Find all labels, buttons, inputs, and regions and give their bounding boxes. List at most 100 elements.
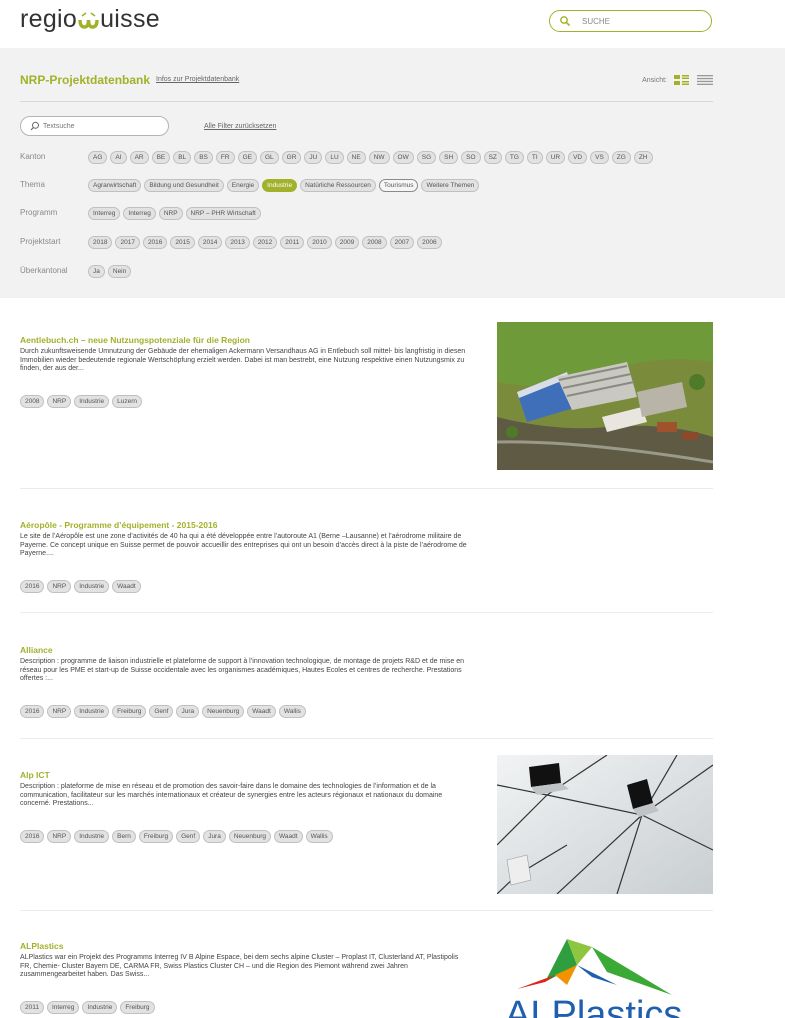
filter-chip[interactable]: Agrarwirtschaft — [88, 179, 142, 192]
filter-chip[interactable]: AG — [88, 151, 108, 164]
filter-chip[interactable]: GR — [281, 151, 302, 164]
project-tag[interactable]: Waadt — [274, 830, 303, 843]
filter-chip[interactable]: 2015 — [170, 236, 195, 249]
filter-chip[interactable]: NE — [346, 151, 366, 164]
project-tag[interactable]: Industrie — [74, 830, 110, 843]
project-tag[interactable]: Wallis — [305, 830, 333, 843]
filter-chip[interactable]: TG — [504, 151, 524, 164]
list-view-icon[interactable] — [697, 75, 713, 85]
filter-chip[interactable]: BE — [151, 151, 171, 164]
project-tag[interactable]: NRP — [47, 580, 72, 593]
filter-chip[interactable]: SO — [461, 151, 481, 164]
filter-chip[interactable]: Nein — [107, 265, 132, 278]
project-tag[interactable]: Industrie — [74, 705, 110, 718]
filter-chip[interactable]: Ja — [88, 265, 105, 278]
project-tag[interactable]: Genf — [149, 705, 174, 718]
filter-chip[interactable]: 2006 — [417, 236, 442, 249]
site-logo[interactable]: regio uisse — [20, 5, 160, 34]
project-tag[interactable]: Industrie — [82, 1001, 118, 1014]
filter-chip[interactable]: AI — [110, 151, 127, 164]
project-title[interactable]: Aentlebuch.ch – neue Nutzungspotenziale … — [20, 335, 250, 345]
filter-chip[interactable]: Bildung und Gesundheit — [144, 179, 224, 192]
filter-chip[interactable]: 2007 — [389, 236, 415, 249]
filter-chip[interactable]: 2013 — [225, 236, 250, 249]
project-title[interactable]: Alliance — [20, 645, 53, 655]
filter-chip[interactable]: 2016 — [142, 236, 168, 249]
site-search-input[interactable] — [582, 14, 702, 28]
grid-view-icon[interactable] — [674, 75, 689, 85]
project-tag[interactable]: NRP — [47, 705, 72, 718]
project-tag[interactable]: Neuenburg — [202, 705, 245, 718]
filter-chip[interactable]: SH — [439, 151, 459, 164]
filter-chip[interactable]: SG — [416, 151, 437, 164]
project-title[interactable]: ALPlastics — [20, 941, 63, 951]
project-tag[interactable]: Genf — [176, 830, 201, 843]
info-link[interactable]: Infos zur Projektdatenbank — [156, 76, 239, 83]
filter-chip[interactable]: Industrie — [262, 179, 298, 192]
filter-chip[interactable]: SZ — [483, 151, 502, 164]
filter-chip[interactable]: GE — [237, 151, 257, 164]
project-image-network[interactable] — [497, 755, 713, 894]
filter-chip[interactable]: VD — [568, 151, 588, 164]
project-tag[interactable]: 2008 — [20, 395, 45, 408]
project-tag[interactable]: Waadt — [247, 705, 276, 718]
project-tag[interactable]: Freiburg — [138, 830, 174, 843]
search-icon[interactable] — [559, 15, 571, 27]
filter-chip[interactable]: 2017 — [115, 236, 140, 249]
project-title[interactable]: Alp ICT — [20, 770, 50, 780]
text-search-input[interactable] — [43, 120, 158, 133]
filter-chip[interactable]: ZH — [633, 151, 653, 164]
project-tag[interactable]: NRP — [47, 395, 72, 408]
filter-chip[interactable]: 2008 — [362, 236, 387, 249]
project-tag[interactable]: Luzern — [112, 395, 143, 408]
filter-chip[interactable]: FR — [215, 151, 235, 164]
project-image-logo[interactable]: ALPlastics — [497, 927, 713, 1018]
project-tag[interactable]: NRP — [47, 830, 72, 843]
filter-chip[interactable]: BL — [173, 151, 192, 164]
reset-filters-link[interactable]: Alle Filter zurücksetzen — [204, 123, 276, 130]
project-tag[interactable]: 2016 — [20, 705, 45, 718]
project-tag[interactable]: Bern — [112, 830, 136, 843]
filter-chip[interactable]: 2009 — [334, 236, 360, 249]
filter-chip[interactable]: 2012 — [252, 236, 278, 249]
project-tag[interactable]: Freiburg — [120, 1001, 155, 1014]
text-search[interactable] — [20, 116, 169, 136]
filter-chip[interactable]: BS — [194, 151, 213, 164]
project-tag[interactable]: 2016 — [20, 580, 45, 593]
filter-chip[interactable]: AR — [129, 151, 149, 164]
filter-chip[interactable]: Interreg — [123, 207, 156, 220]
filter-chip[interactable]: LU — [325, 151, 344, 164]
project-tag[interactable]: Industrie — [74, 580, 110, 593]
filter-chip[interactable]: JU — [304, 151, 323, 164]
project-tag[interactable]: 2016 — [20, 830, 45, 843]
filter-chip[interactable]: Energie — [226, 179, 260, 192]
project-title[interactable]: Aéropôle - Programme d’équipement - 2015… — [20, 520, 217, 530]
project-tag[interactable]: Neuenburg — [228, 830, 272, 843]
filter-chip[interactable]: 2010 — [307, 236, 332, 249]
filter-chip[interactable]: NRP — [158, 207, 183, 220]
filter-chip[interactable]: 2014 — [197, 236, 223, 249]
filter-chip[interactable]: Interreg — [88, 207, 121, 220]
project-tag[interactable]: 2011 — [20, 1001, 44, 1014]
project-tag[interactable]: Jura — [176, 705, 200, 718]
project-tag[interactable]: Industrie — [74, 395, 110, 408]
filter-chip[interactable]: NRP – PHR Wirtschaft — [185, 207, 261, 220]
filter-chip[interactable]: UR — [545, 151, 566, 164]
filter-chip[interactable]: Natürliche Ressourcen — [300, 179, 376, 192]
filter-chip[interactable]: 2018 — [88, 236, 113, 249]
project-image-aerial[interactable] — [497, 322, 713, 470]
filter-chip[interactable]: Tourismus — [378, 179, 419, 192]
filter-chip[interactable]: Weitere Themen — [421, 179, 480, 192]
project-tag[interactable]: Wallis — [278, 705, 306, 718]
filter-chip[interactable]: OW — [392, 151, 414, 164]
filter-chip[interactable]: VS — [590, 151, 609, 164]
project-tag[interactable]: Interreg — [46, 1001, 80, 1014]
filter-chip[interactable]: TI — [526, 151, 543, 164]
filter-chip[interactable]: NW — [368, 151, 390, 164]
filter-chip[interactable]: GL — [259, 151, 279, 164]
project-tag[interactable]: Jura — [203, 830, 226, 843]
filter-chip[interactable]: 2011 — [280, 236, 305, 249]
site-search[interactable] — [549, 10, 712, 32]
filter-chip[interactable]: ZG — [611, 151, 631, 164]
project-tag[interactable]: Freiburg — [112, 705, 147, 718]
